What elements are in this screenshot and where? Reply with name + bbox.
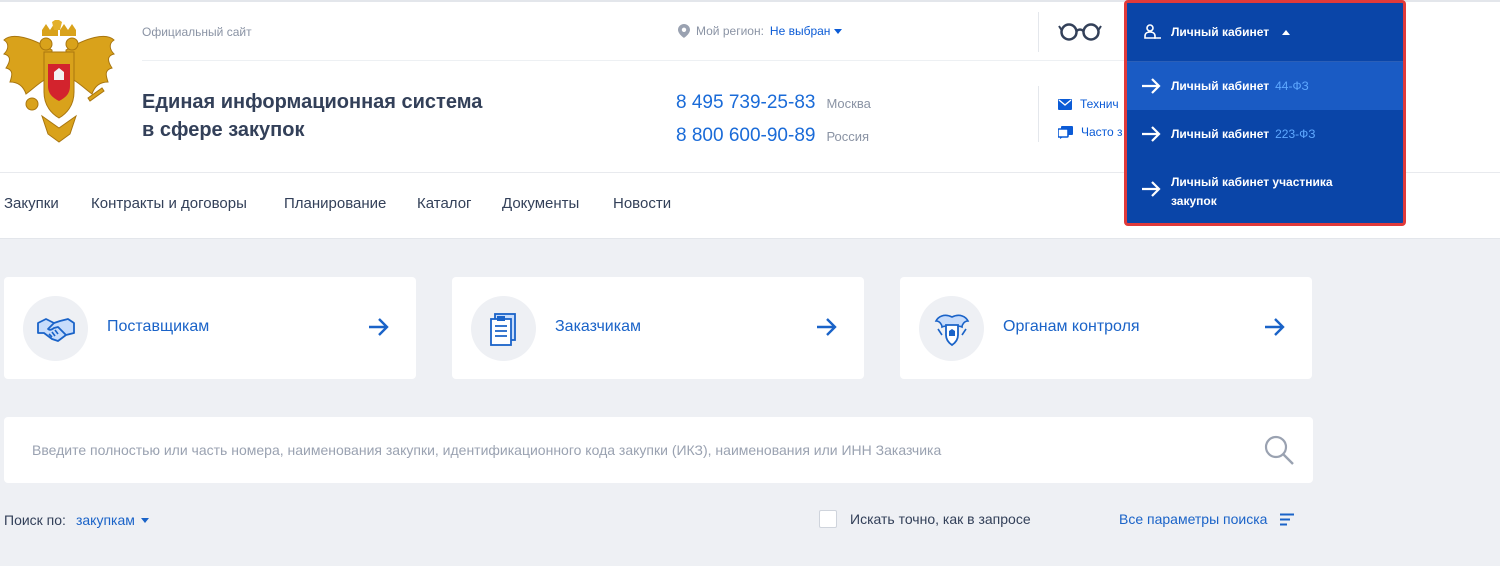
- chevron-down-icon: [834, 28, 843, 34]
- faq-label: Часто з: [1081, 125, 1123, 139]
- region-value: Не выбран: [769, 24, 831, 38]
- region-selector: Мой регион: Не выбран: [678, 24, 843, 38]
- cabinet-item-label-line2: закупок: [1171, 194, 1217, 208]
- mail-icon: [1058, 98, 1072, 110]
- checkbox-box[interactable]: [819, 510, 837, 528]
- all-search-params-link[interactable]: Все параметры поиска: [1119, 511, 1295, 527]
- nav-item-documents[interactable]: Документы: [502, 195, 579, 212]
- region-dropdown[interactable]: Не выбран: [770, 24, 843, 38]
- handshake-icon: [36, 317, 75, 342]
- chevron-down-icon: [140, 517, 149, 523]
- law-tag: 44-ФЗ: [1275, 79, 1309, 93]
- phone-number: 8 800 600-90-89: [676, 125, 816, 146]
- role-label: Органам контроля: [1003, 318, 1140, 335]
- search-bar: [4, 417, 1313, 483]
- tech-support-link[interactable]: Технич: [1058, 97, 1119, 111]
- cabinet-item-label: Личный кабинет: [1171, 79, 1270, 93]
- site-title-line1: Единая информационная система: [142, 91, 483, 113]
- header-divider: [142, 60, 1132, 61]
- law-tag: 223-ФЗ: [1275, 127, 1316, 141]
- phone-moscow[interactable]: 8 495 739-25-83 Москва: [676, 92, 871, 114]
- site-title[interactable]: Единая информационная система в сфере за…: [142, 88, 482, 144]
- all-params-label: Все параметры поиска: [1119, 511, 1268, 527]
- role-card-customers[interactable]: Заказчикам: [452, 277, 864, 379]
- search-icon[interactable]: [1263, 434, 1295, 466]
- emblem-icon: [934, 314, 969, 346]
- personal-cabinet-label: Личный кабинет: [1171, 25, 1270, 39]
- site-title-line2: в сфере закупок: [142, 119, 305, 141]
- cabinet-item-participant[interactable]: Личный кабинет участника закупок: [1127, 161, 1403, 217]
- search-by-value: закупкам: [75, 512, 135, 528]
- arrow-right-icon: [817, 318, 837, 336]
- tech-support-label: Технич: [1080, 97, 1119, 111]
- nav-item-planning[interactable]: Планирование: [284, 195, 386, 212]
- phone-city: Россия: [826, 129, 870, 144]
- search-by-selector: Поиск по: закупкам: [4, 512, 149, 528]
- cabinet-item-223fz[interactable]: Личный кабинет 223-ФЗ: [1127, 110, 1403, 158]
- nav-item-catalog[interactable]: Каталог: [417, 195, 472, 212]
- role-card-suppliers[interactable]: Поставщикам: [4, 277, 416, 379]
- role-icon-circle: [23, 296, 88, 361]
- faq-link[interactable]: Часто з: [1058, 125, 1123, 139]
- cabinet-item-label: Личный кабинет участника закупок: [1171, 173, 1333, 211]
- document-icon: [489, 312, 516, 346]
- cabinet-item-label: Личный кабинет: [1171, 127, 1270, 141]
- search-by-label: Поиск по:: [4, 512, 66, 528]
- phone-number: 8 495 739-25-83: [676, 92, 816, 113]
- arrow-right-icon: [1142, 126, 1161, 142]
- role-label: Заказчикам: [555, 318, 641, 335]
- personal-cabinet-toggle[interactable]: Личный кабинет: [1127, 3, 1403, 61]
- arrow-right-icon: [1265, 318, 1285, 336]
- role-card-control-bodies[interactable]: Органам контроля: [900, 277, 1312, 379]
- role-icon-circle: [471, 296, 536, 361]
- official-site-label: Официальный сайт: [142, 25, 252, 39]
- search-by-dropdown[interactable]: закупкам: [76, 512, 149, 528]
- accessibility-glasses-icon[interactable]: [1058, 20, 1102, 42]
- region-label: Мой регион:: [696, 24, 764, 38]
- filter-lines-icon: [1280, 513, 1295, 525]
- phone-city: Москва: [826, 96, 871, 111]
- exact-match-label: Искать точно, как в запросе: [850, 511, 1031, 527]
- arrow-right-icon: [1142, 78, 1161, 94]
- role-label: Поставщикам: [107, 318, 210, 335]
- location-pin-icon: [678, 24, 690, 38]
- role-icon-circle: [919, 296, 984, 361]
- coat-of-arms-logo[interactable]: [2, 20, 116, 148]
- cabinet-item-44fz[interactable]: Личный кабинет 44-ФЗ: [1127, 62, 1403, 110]
- arrow-right-icon: [369, 318, 389, 336]
- nav-item-news[interactable]: Новости: [613, 195, 671, 212]
- chevron-up-icon: [1282, 29, 1291, 35]
- nav-item-contracts[interactable]: Контракты и договоры: [91, 195, 247, 212]
- header-vertical-divider: [1038, 12, 1039, 52]
- cabinet-item-label-line1: Личный кабинет участника: [1171, 175, 1333, 189]
- nav-item-purchases[interactable]: Закупки: [4, 195, 59, 212]
- phone-russia[interactable]: 8 800 600-90-89 Россия: [676, 125, 869, 147]
- header-vertical-divider: [1038, 86, 1039, 142]
- chat-icon: [1058, 125, 1073, 139]
- personal-cabinet-dropdown: Личный кабинет Личный кабинет 44-ФЗ Личн…: [1124, 0, 1406, 226]
- arrow-right-icon: [1142, 181, 1161, 197]
- exact-match-checkbox[interactable]: Искать точно, как в запросе: [819, 510, 1031, 528]
- user-icon: [1144, 24, 1161, 39]
- search-input[interactable]: [4, 417, 1244, 483]
